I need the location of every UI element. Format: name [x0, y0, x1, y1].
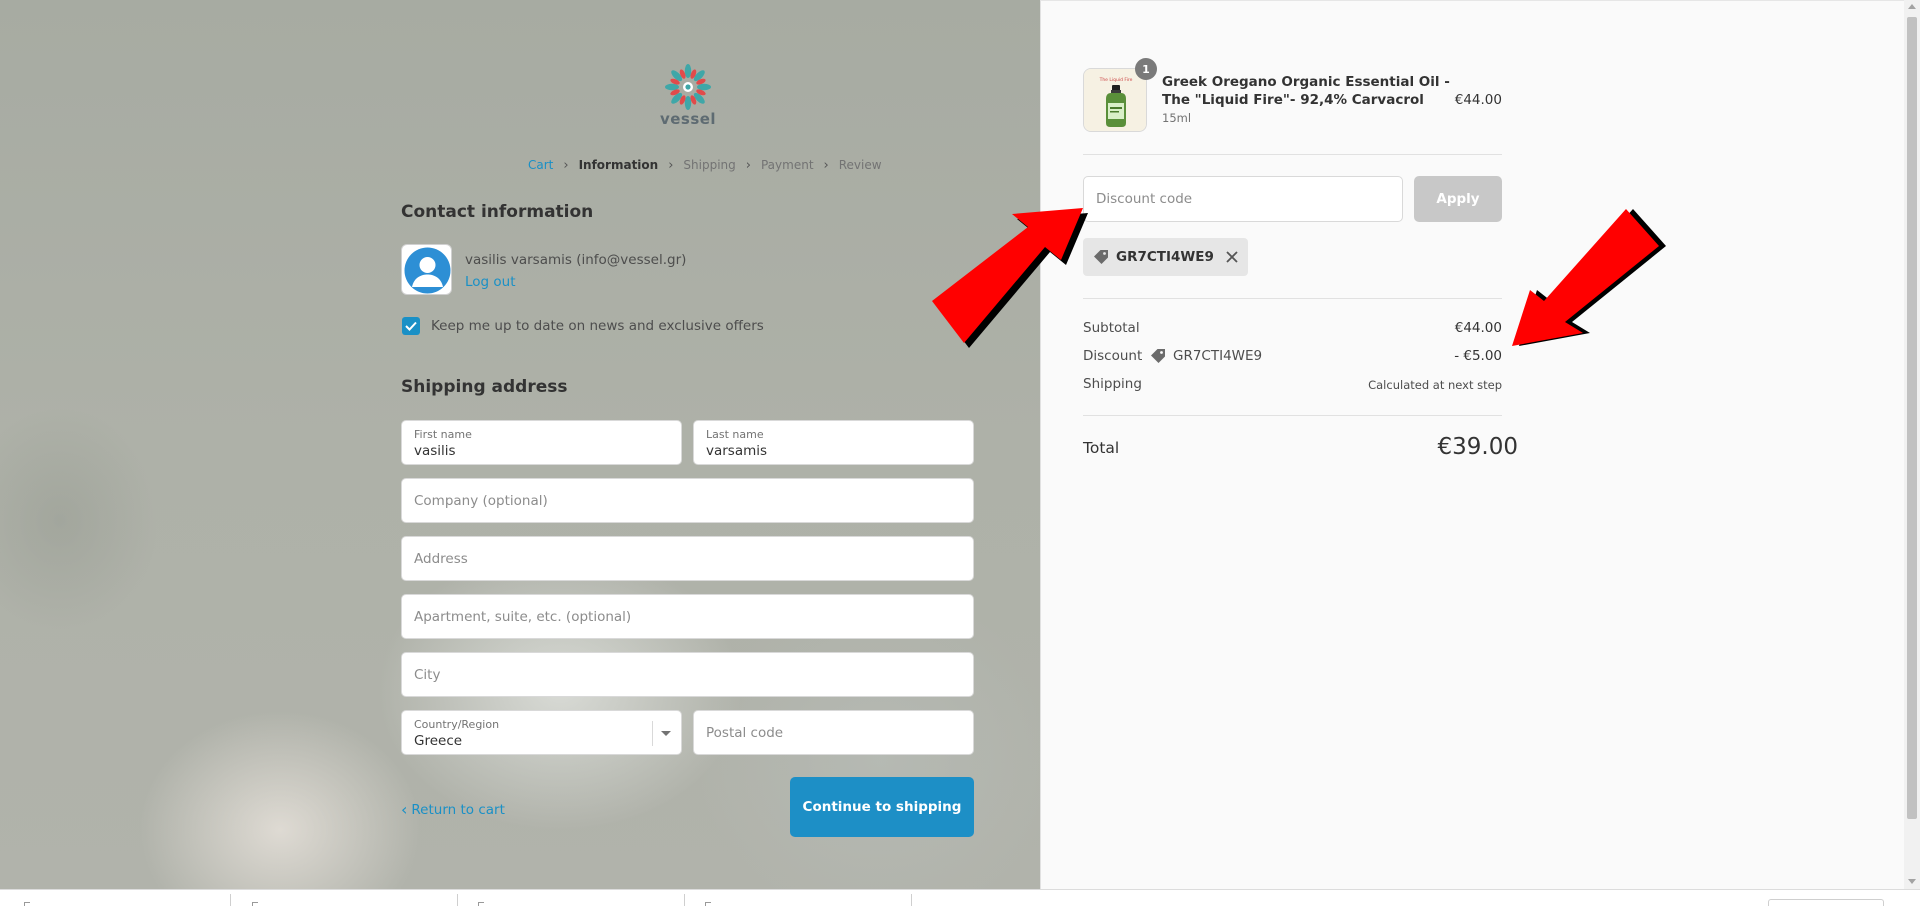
- chevron-right-icon: ›: [563, 157, 569, 173]
- tab-separator: [457, 894, 458, 906]
- shipping-row: Shipping Calculated at next step: [1083, 376, 1502, 394]
- discount-value: - €5.00: [1454, 348, 1502, 364]
- logout-link[interactable]: Log out: [465, 274, 516, 290]
- apartment-field[interactable]: [401, 594, 974, 639]
- tab-separator: [684, 894, 685, 906]
- bottom-toolbar: [0, 889, 1920, 906]
- last-name-label: Last name: [706, 428, 764, 441]
- tab-separator: [911, 894, 912, 906]
- subtotal-value: €44.00: [1454, 320, 1502, 336]
- contact-section-title: Contact information: [401, 202, 594, 222]
- company-input[interactable]: [402, 479, 973, 522]
- first-name-field[interactable]: First name vasilis: [401, 420, 682, 465]
- address-field[interactable]: [401, 536, 974, 581]
- country-label: Country/Region: [414, 718, 500, 731]
- breadcrumb-cart[interactable]: Cart: [528, 158, 553, 172]
- checkmark-icon: [405, 321, 417, 331]
- close-icon[interactable]: [1226, 251, 1238, 263]
- postal-code-input[interactable]: [694, 711, 973, 754]
- last-name-field[interactable]: Last name varsamis: [693, 420, 974, 465]
- vessel-logo-icon: [665, 64, 711, 110]
- select-divider: [652, 721, 653, 746]
- first-name-value: vasilis: [414, 443, 456, 459]
- apply-discount-button[interactable]: Apply: [1414, 176, 1502, 222]
- total-value: €39.00: [1437, 434, 1518, 460]
- divider: [1083, 298, 1502, 299]
- chevron-right-icon: ›: [745, 157, 751, 173]
- discount-row: Discount GR7CTI4WE9 - €5.00: [1083, 348, 1502, 366]
- breadcrumb: Cart › Information › Shipping › Payment …: [528, 157, 882, 173]
- total-label: Total: [1083, 439, 1120, 457]
- breadcrumb-review: Review: [838, 158, 882, 172]
- tab-corner-mark: [478, 902, 484, 906]
- chevron-left-icon: ‹: [401, 800, 408, 819]
- company-field[interactable]: [401, 478, 974, 523]
- user-icon: [404, 247, 451, 294]
- tab-corner-mark: [252, 902, 258, 906]
- discount-label: Discount: [1083, 348, 1143, 364]
- quantity-badge: 1: [1135, 58, 1157, 80]
- divider: [1083, 415, 1502, 416]
- return-to-cart-link[interactable]: ‹ Return to cart: [401, 800, 505, 819]
- chevron-down-icon: [661, 731, 671, 736]
- subtotal-row: Subtotal €44.00: [1083, 320, 1502, 338]
- breadcrumb-payment: Payment: [760, 158, 814, 172]
- shipping-section-title: Shipping address: [401, 377, 568, 397]
- discount-code-inline: GR7CTI4WE9: [1150, 348, 1262, 364]
- breadcrumb-shipping: Shipping: [683, 158, 736, 172]
- product-thumbnail: The Liquid Fire: [1083, 68, 1147, 132]
- tab-corner-mark: [24, 902, 30, 906]
- applied-discount-tag: GR7CTI4WE9: [1083, 238, 1248, 276]
- chevron-right-icon: ›: [668, 157, 674, 173]
- product-name: Greek Oregano Organic Essential Oil -The…: [1162, 74, 1450, 108]
- city-field[interactable]: [401, 652, 974, 697]
- tag-icon: [1094, 250, 1108, 264]
- tag-icon: [1151, 349, 1165, 363]
- postal-code-field[interactable]: [693, 710, 974, 755]
- user-identity: vasilis varsamis (info@vessel.gr): [465, 252, 687, 268]
- return-to-cart-label: Return to cart: [411, 801, 505, 818]
- shipping-value: Calculated at next step: [1368, 378, 1502, 392]
- country-select[interactable]: Country/Region Greece: [401, 710, 682, 755]
- subtotal-label: Subtotal: [1083, 320, 1140, 336]
- scrollbar-thumb[interactable]: [1907, 17, 1917, 819]
- discount-code-text: GR7CTI4WE9: [1173, 348, 1263, 364]
- country-value: Greece: [414, 733, 463, 749]
- scroll-up-icon[interactable]: [1908, 4, 1916, 9]
- avatar: [401, 244, 452, 295]
- scroll-down-icon[interactable]: [1908, 879, 1916, 884]
- applied-discount-code: GR7CTI4WE9: [1116, 249, 1214, 265]
- toolbar-box[interactable]: [1768, 899, 1884, 906]
- discount-code-field[interactable]: [1083, 176, 1403, 222]
- address-input[interactable]: [402, 537, 973, 580]
- breadcrumb-information: Information: [578, 158, 659, 172]
- product-variant: 15ml: [1162, 111, 1192, 125]
- last-name-value: varsamis: [706, 443, 768, 459]
- city-input[interactable]: [402, 653, 973, 696]
- chevron-right-icon: ›: [823, 157, 829, 173]
- apartment-input[interactable]: [402, 595, 973, 638]
- tab-corner-mark: [705, 902, 711, 906]
- tab-separator: [230, 894, 231, 906]
- continue-to-shipping-button[interactable]: Continue to shipping: [790, 777, 974, 837]
- product-price: €44.00: [1454, 92, 1502, 108]
- newsletter-label: Keep me up to date on news and exclusive…: [431, 318, 764, 334]
- newsletter-checkbox[interactable]: [402, 317, 420, 335]
- first-name-label: First name: [414, 428, 472, 441]
- oil-bottle-icon: The Liquid Fire: [1084, 69, 1146, 131]
- shipping-label: Shipping: [1083, 376, 1142, 392]
- svg-text:The Liquid Fire: The Liquid Fire: [1099, 77, 1133, 83]
- divider: [1083, 154, 1502, 155]
- brand-name: vessel: [659, 110, 717, 128]
- discount-code-input[interactable]: [1084, 177, 1402, 221]
